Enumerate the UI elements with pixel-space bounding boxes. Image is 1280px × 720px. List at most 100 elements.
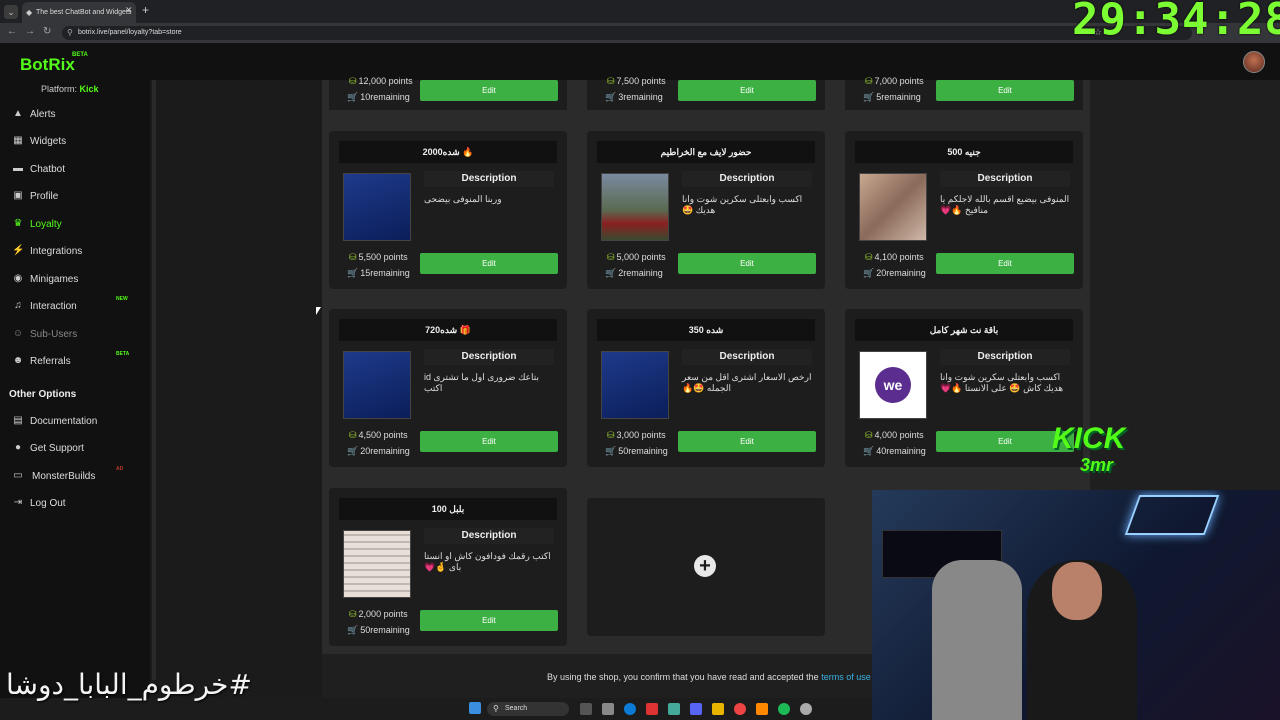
help-icon: ●	[14, 442, 22, 453]
coins-icon: ⛁	[349, 252, 357, 262]
reload-icon[interactable]: ↻	[43, 26, 51, 37]
store-item-card: شده 350 Description ارخص الاسعار اشترى ا…	[587, 309, 825, 467]
book-icon: ▤	[13, 415, 23, 426]
store-item-card: 720شده 🎁 Description بتاعك ضرورى اول ما …	[329, 309, 567, 467]
remaining-label: 🛒 15remaining	[347, 268, 410, 278]
points-label: ⛁ 2,000 points	[349, 609, 408, 619]
discord-icon[interactable]	[690, 703, 702, 715]
webcam-feed	[872, 490, 1280, 720]
taskbar-search[interactable]: ⚲ Search	[487, 702, 569, 716]
app-icon[interactable]	[800, 703, 812, 715]
description-heading: Description	[424, 528, 554, 544]
cart-icon: 🛒	[863, 92, 875, 102]
back-icon[interactable]: ←	[7, 26, 17, 37]
coins-icon: ⛁	[607, 252, 615, 262]
cart-icon: 🛒	[347, 446, 359, 456]
app-icon[interactable]	[646, 703, 658, 715]
sidebar-item-loyalty[interactable]: ♛ Loyalty	[10, 218, 145, 234]
add-item-card[interactable]: +	[587, 498, 825, 636]
app-icon[interactable]	[668, 703, 680, 715]
item-image	[343, 351, 411, 419]
sidebar-item-integrations[interactable]: ⚡ Integrations	[10, 245, 145, 261]
points-label: ⛁ 5,000 points	[607, 252, 666, 262]
sidebar-item-widgets[interactable]: ▦ Widgets	[10, 135, 145, 151]
task-view-icon[interactable]	[602, 703, 614, 715]
beta-badge: BETA	[72, 52, 88, 58]
points-label: ⛁ 7,000 points	[865, 76, 924, 86]
url-field[interactable]: ⚲ botrix.live/panel/loyalty?tab=store ☆	[62, 26, 1192, 40]
sidebar-item-minigames[interactable]: ◉ Minigames	[10, 273, 145, 289]
content-gutter	[150, 80, 322, 720]
cart-icon: 🛒	[347, 625, 359, 635]
item-title: جنيه 500	[855, 141, 1073, 163]
browser-tab[interactable]: ◆ The best ChatBot and Widgets	[22, 2, 136, 23]
sidebar-item-profile[interactable]: ▣ Profile	[10, 190, 145, 206]
windows-start-icon[interactable]	[469, 702, 481, 714]
kick-channel-logo: KICK 3mr	[1052, 422, 1126, 476]
edit-button[interactable]: Edit	[678, 431, 816, 452]
sidebar-item-get-support[interactable]: ● Get Support	[10, 442, 145, 458]
forward-icon[interactable]: →	[25, 26, 35, 37]
sidebar-scrollbar[interactable]	[152, 80, 156, 680]
store-item-partial: ⛁ 7,500 points 🛒 3remaining Edit	[587, 76, 825, 110]
avatar[interactable]	[1243, 51, 1265, 73]
sidebar-item-sub-users[interactable]: ☺ Sub-Users	[10, 328, 145, 344]
item-image: we	[859, 351, 927, 419]
chrome-icon[interactable]	[734, 703, 746, 715]
store-item-card: جنيه 500 Description المنوفى بيضيع اقسم …	[845, 131, 1083, 289]
cart-icon: 🛒	[863, 268, 875, 278]
cart-icon: 🛒	[605, 446, 617, 456]
item-title: شده 350	[597, 319, 815, 341]
sidebar-item-referrals[interactable]: ☻ Referrals BETA	[10, 351, 145, 371]
cart-icon: 🛒	[347, 268, 359, 278]
edit-button[interactable]: Edit	[420, 80, 558, 101]
edit-button[interactable]: Edit	[936, 80, 1074, 101]
we-logo-icon: we	[875, 367, 911, 403]
site-info-icon[interactable]: ⚲	[67, 28, 73, 37]
points-label: ⛁ 7,500 points	[607, 76, 666, 86]
coins-icon: ⛁	[607, 430, 615, 440]
tab-list-icon[interactable]: ⌄	[4, 5, 18, 19]
edit-button[interactable]: Edit	[420, 253, 558, 274]
sidebar-item-chatbot[interactable]: ▬ Chatbot	[10, 163, 145, 179]
sidebar-item-alerts[interactable]: ▲ Alerts	[10, 108, 145, 124]
spotify-icon[interactable]	[778, 703, 790, 715]
edit-button[interactable]: Edit	[420, 431, 558, 452]
new-badge: NEW	[116, 296, 128, 302]
botrix-logo[interactable]: BotRix	[20, 55, 75, 75]
edit-button[interactable]: Edit	[936, 253, 1074, 274]
plus-icon[interactable]: +	[694, 555, 716, 577]
search-icon: ⚲	[493, 704, 499, 713]
remaining-label: 🛒 50remaining	[347, 625, 410, 635]
music-icon: ♫	[14, 300, 22, 311]
edit-button[interactable]: Edit	[420, 610, 558, 631]
sidebar-item-interaction[interactable]: ♫ Interaction NEW	[10, 296, 145, 316]
terms-of-use-link[interactable]: terms of use	[821, 672, 871, 682]
edit-button[interactable]: Edit	[678, 80, 816, 101]
item-image	[343, 173, 411, 241]
sidebar: Platform: Kick ▲ Alerts ▦ Widgets ▬ Chat…	[0, 80, 150, 720]
item-title: حضور لايف مع الخراطيم	[597, 141, 815, 163]
store-item-partial: ⛁ 12,000 points 🛒 10remaining Edit	[329, 76, 567, 110]
chat-icon: ▬	[13, 163, 23, 174]
points-label: ⛁ 4,500 points	[349, 430, 408, 440]
item-title: باقة نت شهر كامل	[855, 319, 1073, 341]
app-icon[interactable]	[580, 703, 592, 715]
app-icon[interactable]	[756, 703, 768, 715]
remaining-label: 🛒 20remaining	[347, 446, 410, 456]
edge-icon[interactable]	[624, 703, 636, 715]
coins-icon: ⛁	[865, 76, 873, 86]
stream-hashtag: #خرطوم_البابا_دوشا	[6, 668, 252, 701]
item-image	[343, 530, 411, 598]
cart-icon: 🛒	[605, 92, 617, 102]
item-title: بلبل 100	[339, 498, 557, 520]
folder-icon[interactable]	[712, 703, 724, 715]
description-heading: Description	[682, 171, 812, 187]
new-tab-icon[interactable]: +	[142, 3, 149, 17]
sidebar-item-documentation[interactable]: ▤ Documentation	[10, 415, 145, 431]
sidebar-item-log-out[interactable]: ⇥ Log Out	[10, 497, 145, 513]
sidebar-item-monsterbuilds[interactable]: ▭ MonsterBuilds AD	[10, 466, 145, 486]
edit-button[interactable]: Edit	[678, 253, 816, 274]
close-tab-icon[interactable]: ✕	[125, 5, 133, 16]
webcam-chair	[932, 560, 1022, 720]
